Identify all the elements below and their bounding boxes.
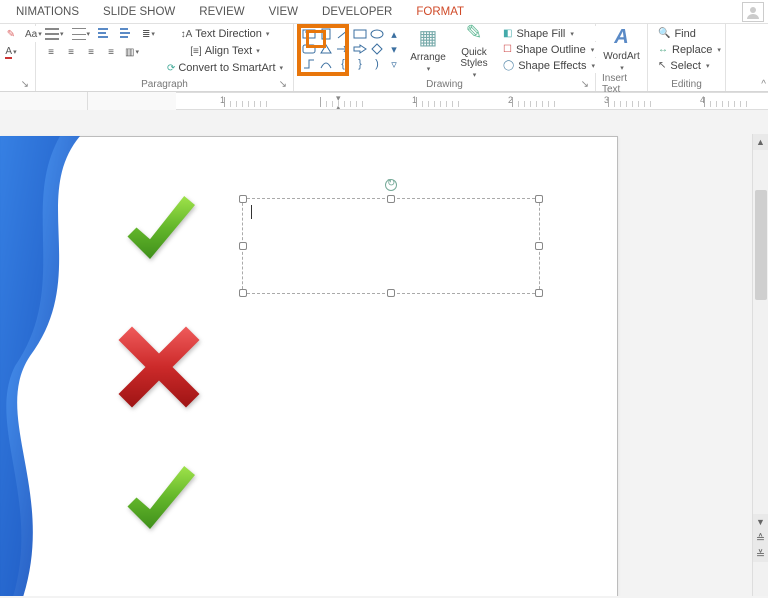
tab-review[interactable]: REVIEW (187, 0, 256, 24)
columns-button[interactable]: ▥▾ (122, 44, 142, 60)
shape-outline-button[interactable]: ☐Shape Outline▾ (499, 42, 598, 57)
align-text-icon: [≡] (190, 46, 201, 57)
slide-workspace: ▲ ▼ ≙ ≚ (0, 110, 768, 596)
justify-button[interactable]: ≡ (102, 44, 120, 60)
align-text-button[interactable]: [≡] Align Text▾ (162, 43, 288, 59)
resize-handle[interactable] (239, 195, 247, 203)
shape-fill-icon: ◧ (503, 28, 512, 39)
replace-button[interactable]: ↔Replace▾ (654, 42, 724, 57)
resize-handle[interactable] (239, 242, 247, 250)
previous-slide-button[interactable]: ≙ (753, 530, 768, 546)
tab-view[interactable]: VIEW (257, 0, 310, 24)
quick-styles-button[interactable]: ✎ Quick Styles ▾ (453, 26, 495, 74)
arrange-button[interactable]: ▦ Arrange▾ (407, 26, 449, 74)
resize-handle[interactable] (387, 195, 395, 203)
scroll-thumb[interactable] (755, 190, 767, 300)
text-direction-icon: ↕A (181, 29, 193, 40)
shape-lbrace[interactable]: { (335, 57, 351, 71)
ribbon-tabs: NIMATIONS SLIDE SHOW REVIEW VIEW DEVELOP… (0, 0, 768, 24)
resize-handle[interactable] (535, 289, 543, 297)
wordart-button[interactable]: A WordArt▾ (601, 26, 643, 74)
ribbon: ✎ Aa▾ A▾ ↘ ▾ ▾ ≣▾ ≡ (0, 24, 768, 92)
convert-smartart-button[interactable]: ⟳ Convert to SmartArt▾ (162, 60, 288, 76)
shape-effects-button[interactable]: ◯Shape Effects▾ (499, 58, 598, 73)
checkmark-icon-2[interactable] (114, 457, 204, 547)
tab-developer[interactable]: DEVELOPER (310, 0, 404, 24)
increase-indent-button[interactable] (117, 26, 137, 42)
editing-group-label: Editing (671, 79, 702, 90)
textbox-editing[interactable] (242, 198, 540, 294)
collapse-ribbon-button[interactable]: ^ (761, 79, 766, 90)
align-left-button[interactable]: ≡ (42, 44, 60, 60)
shape-rbrace[interactable]: } (352, 57, 368, 71)
resize-handle[interactable] (535, 195, 543, 203)
arrange-icon: ▦ (419, 25, 438, 50)
select-icon: ↖ (658, 60, 666, 71)
select-button[interactable]: ↖Select▾ (654, 58, 724, 73)
text-caret (251, 205, 252, 219)
shape-oval[interactable] (369, 27, 385, 41)
shape-outline-icon: ☐ (503, 44, 512, 55)
shape-effects-icon: ◯ (503, 60, 514, 71)
align-right-button[interactable]: ≡ (82, 44, 100, 60)
next-slide-button[interactable]: ≚ (753, 546, 768, 562)
decrease-indent-button[interactable] (95, 26, 115, 42)
scroll-up-button[interactable]: ▲ (753, 134, 768, 150)
drawing-group-label: Drawing (426, 79, 463, 90)
smartart-icon: ⟳ (167, 63, 175, 74)
find-button[interactable]: 🔍Find (654, 26, 724, 41)
wordart-icon: A (614, 26, 628, 49)
resize-handle[interactable] (239, 289, 247, 297)
tab-animations[interactable]: NIMATIONS (4, 0, 91, 24)
drawing-launcher[interactable]: ↘ (581, 79, 589, 90)
slide-canvas[interactable] (0, 136, 618, 596)
quick-styles-icon: ✎ (466, 20, 483, 45)
shape-elbow[interactable] (301, 57, 317, 71)
shapes-gallery[interactable]: ▴ ▾ { } ) ▿ (300, 26, 403, 72)
checkmark-icon-1[interactable] (114, 187, 204, 277)
clear-formatting-button[interactable]: ✎ (2, 26, 20, 42)
shape-rounded-rect[interactable] (301, 42, 317, 56)
cross-icon[interactable] (114, 322, 204, 412)
font-color-button[interactable]: A▾ (2, 44, 20, 60)
shape-rectangle[interactable] (352, 27, 368, 41)
text-direction-button[interactable]: ↕A Text Direction▾ (162, 26, 288, 42)
paragraph-group-label: Paragraph (141, 79, 188, 90)
shape-curve[interactable] (318, 57, 334, 71)
resize-handle[interactable] (387, 289, 395, 297)
shapes-gallery-more[interactable]: ▿ (386, 57, 402, 71)
tab-slideshow[interactable]: SLIDE SHOW (91, 0, 187, 24)
shape-arrow[interactable] (335, 42, 351, 56)
shape-triangle[interactable] (318, 42, 334, 56)
paragraph-launcher[interactable]: ↘ (279, 79, 287, 90)
shape-textbox-h[interactable] (301, 27, 317, 41)
vertical-scrollbar[interactable]: ▲ ▼ ≙ ≚ (752, 134, 768, 596)
scroll-down-button[interactable]: ▼ (753, 514, 768, 530)
rotate-handle[interactable] (385, 179, 397, 191)
resize-handle[interactable] (535, 242, 543, 250)
shape-rbracket[interactable]: ) (369, 57, 385, 71)
shape-more-up[interactable]: ▴ (386, 27, 402, 41)
shape-fill-button[interactable]: ◧Shape Fill▾ (499, 26, 598, 41)
shape-arrow-block[interactable] (352, 42, 368, 56)
find-icon: 🔍 (658, 28, 670, 39)
numbering-button[interactable]: ▾ (69, 26, 94, 42)
bullets-button[interactable]: ▾ (42, 26, 67, 42)
replace-icon: ↔ (658, 44, 668, 55)
shape-textbox-v[interactable] (318, 27, 334, 41)
shape-more-down[interactable]: ▾ (386, 42, 402, 56)
line-spacing-button[interactable]: ≣▾ (139, 26, 158, 42)
shape-line[interactable] (335, 27, 351, 41)
user-account-icon[interactable] (742, 2, 764, 22)
font-launcher[interactable]: ↘ (21, 79, 29, 90)
horizontal-ruler[interactable]: ▾ ▴ (176, 92, 768, 110)
shape-diamond[interactable] (369, 42, 385, 56)
slide-background-wave (0, 136, 130, 596)
align-center-button[interactable]: ≡ (62, 44, 80, 60)
